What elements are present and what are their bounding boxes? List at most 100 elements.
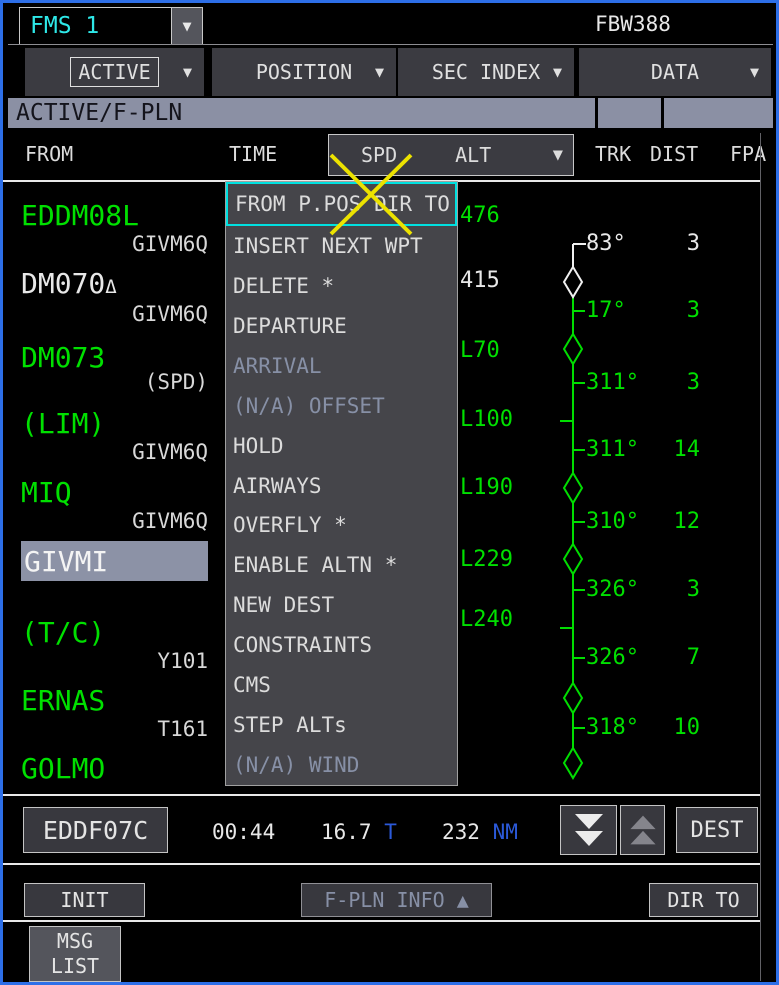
scroll-up-button[interactable] — [620, 805, 665, 855]
scroll-down-button[interactable] — [560, 805, 617, 855]
fms-source-selector[interactable]: FMS 1 ▼ — [19, 7, 203, 45]
init-button[interactable]: INIT — [24, 883, 145, 917]
waypoint-diamond — [564, 748, 582, 778]
menu-item-new-dest[interactable]: NEW DEST — [226, 585, 457, 625]
divider — [3, 863, 760, 865]
col-header-from: FROM — [25, 142, 73, 166]
leg-distance-value: 3 — [630, 231, 700, 256]
waypoint-row-golmo[interactable]: GOLMO — [21, 752, 105, 785]
dir-to-button[interactable]: DIR TO — [649, 883, 758, 917]
menu-item-delete[interactable]: DELETE * — [226, 266, 457, 306]
waypoint-diamond-active — [564, 267, 582, 297]
divider — [661, 98, 664, 128]
context-menu: FROM P.POS DIR TOINSERT NEXT WPTDELETE *… — [225, 181, 458, 786]
chevron-down-icon: ▼ — [750, 63, 759, 81]
waypoint-row-ernas[interactable]: ERNAS — [21, 684, 105, 717]
airway-label-givm6q: GIVM6Q — [21, 440, 208, 464]
efob-value: 16.7 — [321, 820, 372, 844]
tab-position-label: POSITION — [256, 60, 352, 84]
destination-airport-button[interactable]: EDDF07C — [23, 807, 168, 853]
menu-item-from-p-pos-dir-to[interactable]: FROM P.POS DIR TO — [226, 182, 457, 226]
waypoint-row-t-c[interactable]: (T/C) — [21, 616, 105, 649]
efob-unit: T — [384, 820, 397, 844]
menu-item-n-a-wind: (N/A) WIND — [226, 745, 457, 785]
tab-sec-index-label: SEC INDEX — [432, 60, 540, 84]
menu-item-n-a-offset: (N/A) OFFSET — [226, 386, 457, 426]
dest-button[interactable]: DEST — [676, 807, 758, 853]
breadcrumb: ACTIVE/F-PLN — [8, 98, 773, 128]
alt-value: L190 — [460, 475, 513, 500]
waypoint-diamond — [564, 473, 582, 503]
menu-item-overfly[interactable]: OVERFLY * — [226, 506, 457, 546]
airway-label-givm6q: GIVM6Q — [21, 302, 208, 326]
chevron-down-icon: ▼ — [553, 145, 563, 165]
distance-unit: NM — [493, 820, 518, 844]
leg-track-value: 17° — [586, 298, 626, 323]
double-chevron-down-icon — [569, 812, 609, 848]
leg-distance-value: 3 — [630, 370, 700, 395]
airway-label-t161: T161 — [21, 717, 208, 741]
col-header-spd: SPD — [361, 143, 397, 167]
waypoint-row-miq[interactable]: MIQ — [21, 476, 72, 509]
leg-track-value: 83° — [586, 231, 626, 256]
divider — [8, 44, 773, 45]
tab-active-label: ACTIVE — [70, 57, 158, 87]
distance-value: 232 — [442, 820, 480, 844]
menu-item-insert-next-wpt[interactable]: INSERT NEXT WPT — [226, 226, 457, 266]
divider — [3, 920, 760, 922]
fpln-info-button[interactable]: F-PLN INFO ▲ — [301, 883, 492, 917]
waypoint-diamond — [564, 334, 582, 364]
alt-value: L100 — [460, 407, 513, 432]
flight-number: FBW388 — [595, 12, 671, 36]
chevron-down-icon: ▼ — [553, 63, 562, 81]
menu-item-airways[interactable]: AIRWAYS — [226, 466, 457, 506]
col-header-dist: DIST — [650, 142, 698, 166]
menu-item-constraints[interactable]: CONSTRAINTS — [226, 625, 457, 665]
menu-item-departure[interactable]: DEPARTURE — [226, 306, 457, 346]
col-header-time: TIME — [229, 142, 277, 166]
waypoint-row-dm070[interactable]: DM070Δ — [21, 267, 117, 300]
alt-value: 476 — [460, 203, 500, 228]
leg-distance-value: 3 — [630, 577, 700, 602]
leg-distance-value: 14 — [630, 437, 700, 462]
alt-value: L70 — [460, 338, 500, 363]
waypoint-row-lim[interactable]: (LIM) — [21, 407, 105, 440]
chevron-down-icon: ▼ — [183, 63, 192, 81]
leg-distance-value: 7 — [630, 645, 700, 670]
destination-eta: 00:44 — [212, 820, 275, 844]
fms-source-label: FMS 1 — [20, 8, 171, 44]
divider — [3, 794, 760, 796]
menu-item-enable-altn[interactable]: ENABLE ALTN * — [226, 545, 457, 585]
tab-data[interactable]: DATA ▼ — [579, 48, 771, 96]
tab-data-label: DATA — [651, 60, 699, 84]
leg-distance-value: 12 — [630, 509, 700, 534]
alt-value: 415 — [460, 268, 500, 293]
table-right-divider — [760, 133, 761, 981]
chevron-down-icon: ▼ — [375, 63, 384, 81]
destination-efob: 16.7 T — [321, 820, 397, 844]
waypoint-row-eddm08l[interactable]: EDDM08L — [21, 199, 139, 232]
airway-label-givm6q: GIVM6Q — [21, 232, 208, 256]
menu-item-step-alts[interactable]: STEP ALTs — [226, 705, 457, 745]
airway-label-y101: Y101 — [21, 649, 208, 673]
menu-item-hold[interactable]: HOLD — [226, 426, 457, 466]
spd-alt-column-dropdown[interactable]: SPD ALT ▼ — [328, 134, 574, 176]
tab-active[interactable]: ACTIVE ▼ — [25, 48, 204, 96]
alt-value: L229 — [460, 547, 513, 572]
msg-list-button[interactable]: MSG LIST — [29, 926, 121, 982]
destination-distance: 232 NM — [442, 820, 518, 844]
airway-label-spd: (SPD) — [21, 370, 208, 394]
waypoint-diamond — [564, 683, 582, 713]
leg-distance-value: 10 — [630, 715, 700, 740]
waypoint-row-selected-givmi[interactable]: GIVMI — [21, 541, 208, 581]
col-header-alt: ALT — [455, 143, 491, 167]
leg-distance-value: 3 — [630, 298, 700, 323]
menu-item-cms[interactable]: CMS — [226, 665, 457, 705]
chevron-down-icon[interactable]: ▼ — [171, 8, 202, 44]
airway-label-givm6q: GIVM6Q — [21, 509, 208, 533]
tab-sec-index[interactable]: SEC INDEX ▼ — [398, 48, 574, 96]
tab-position[interactable]: POSITION ▼ — [212, 48, 396, 96]
col-header-trk: TRK — [595, 142, 631, 166]
double-chevron-up-icon — [625, 812, 661, 848]
divider — [595, 98, 598, 128]
